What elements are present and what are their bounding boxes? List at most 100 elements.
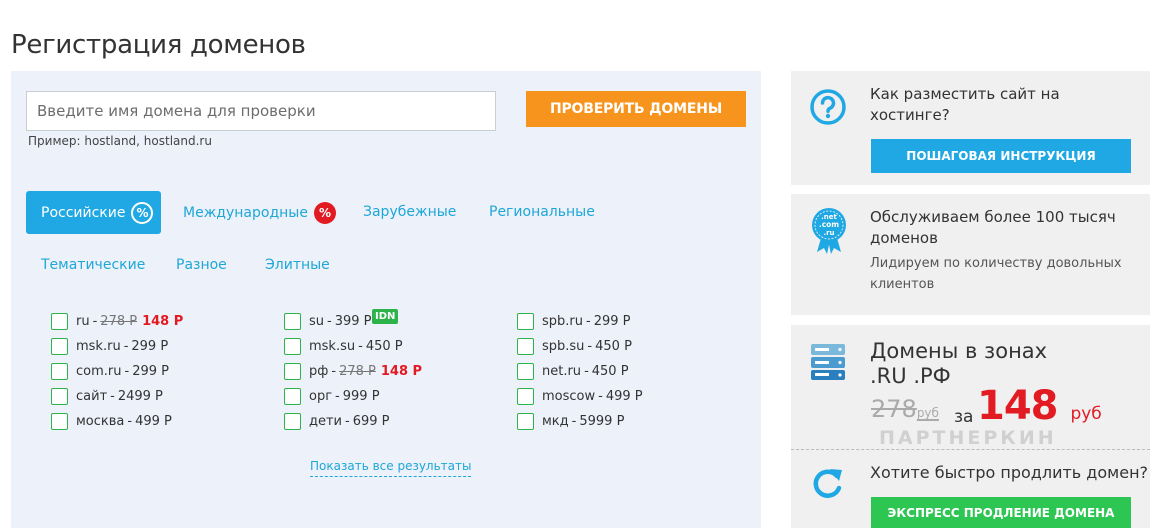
domain-checkbox[interactable] [284,388,301,405]
tab-international[interactable]: Международные % [183,202,336,224]
show-all-results-link[interactable]: Показать все результаты [310,459,472,477]
discount-percent-icon: % [131,201,154,224]
domain-option-sait[interactable]: сайт - 2499 Р [51,388,163,405]
domain-price: 499 Р [605,389,643,404]
domain-checkbox[interactable] [284,338,301,355]
domain-checkbox[interactable] [51,313,68,330]
domain-price: 450 Р [365,339,403,354]
domain-search-input[interactable] [26,91,496,131]
domain-zone: сайт [76,389,108,404]
help-card-title: Как разместить сайт на хостинге? [870,85,1060,124]
domain-checkbox[interactable] [51,363,68,380]
tab-regional[interactable]: Региональные [489,204,595,220]
domain-old-price: 278 Р [100,314,138,329]
domain-option-spb-su[interactable]: spb.su - 450 Р [517,338,632,355]
discount-percent-icon: % [313,202,336,224]
tab-russian[interactable]: Российские % [26,191,162,234]
domain-zone: moscow [542,389,596,404]
domain-option-su[interactable]: su - 399 Р [284,313,372,330]
domain-price: 299 Р [131,339,169,354]
step-by-step-guide-button[interactable]: ПОШАГОВАЯ ИНСТРУКЦИЯ [871,139,1131,173]
domain-zone: мкд [542,414,569,429]
domain-price: 2499 Р [117,389,163,404]
seal-text-ru: .ru [823,229,834,237]
domain-zone: москва [76,414,125,429]
domain-checkbox[interactable] [284,313,301,330]
domain-option-org[interactable]: орг - 999 Р [284,388,380,405]
net-com-ru-seal-icon: .net .com .ru [812,208,846,254]
partnerkin-watermark: ПАРТНЕРКИН [879,427,1057,449]
promo-old-price: 278руб [871,395,939,423]
search-example-text: Пример: hostland, hostland.ru [28,134,212,148]
domain-checkbox[interactable] [517,388,534,405]
domain-option-net-ru[interactable]: net.ru - 450 Р [517,363,629,380]
seal-text-com: .com [819,220,839,229]
domain-old-price: 278 Р [339,364,376,379]
domain-checkbox[interactable] [51,413,68,430]
domain-price: 5999 Р [579,414,625,429]
domain-search-panel: Пример: hostland, hostland.ru ПРОВЕРИТЬ … [11,71,761,528]
domain-option-ru[interactable]: ru - 278 Р 148 Р [51,313,183,330]
domain-option-com-ru[interactable]: com.ru - 299 Р [51,363,169,380]
domain-zone: spb.ru [542,314,583,329]
domain-zone: ru [76,314,90,329]
domain-zone: msk.su [309,339,356,354]
service-card-title: Обслуживаем более 100 тысяч доменов [870,208,1116,247]
domain-price: 499 Р [135,414,172,429]
domain-sale-price: 148 Р [142,314,184,329]
domain-price: 299 Р [132,364,169,379]
domain-option-spb-ru[interactable]: spb.ru - 299 Р [517,313,631,330]
domain-price: 999 Р [342,389,380,404]
domain-option-msk-su[interactable]: msk.su - 450 Р [284,338,403,355]
divider [791,449,1150,450]
domain-option-moskva[interactable]: москва - 499 Р [51,413,172,430]
domain-price: 699 Р [352,414,390,429]
domain-option-deti[interactable]: дети - 699 Р [284,413,390,430]
domain-zone: msk.ru [76,339,121,354]
service-card-subtitle: Лидируем по количеству довольных клиенто… [870,256,1122,292]
tab-russian-label: Российские [41,204,126,221]
domain-checkbox[interactable] [51,338,68,355]
domain-checkbox[interactable] [517,338,534,355]
service-card: .net .com .ru Обслуживаем более 100 тыся… [791,194,1150,315]
tab-thematic[interactable]: Тематические [41,257,145,273]
domain-zone: spb.su [542,339,585,354]
domain-zone: орг [309,389,333,404]
promo-title: Домены в зонах .RU .РФ [870,339,1048,388]
page-title: Регистрация доменов [11,30,306,60]
domain-zone: net.ru [542,364,582,379]
domain-option-moscow[interactable]: moscow - 499 Р [517,388,643,405]
tab-elite[interactable]: Элитные [265,257,330,273]
domain-sale-price: 148 Р [380,364,423,379]
tab-misc[interactable]: Разное [176,257,227,273]
renew-title: Хотите быстро продлить домен? [870,463,1149,482]
domain-price: 450 Р [591,364,629,379]
question-icon [810,89,846,125]
domain-zone: su [309,314,325,329]
help-card: Как разместить сайт на хостинге? ПОШАГОВ… [791,71,1150,185]
promo-for-label: за [954,407,974,427]
domain-option-msk-ru[interactable]: msk.ru - 299 Р [51,338,168,355]
domain-checkbox[interactable] [517,363,534,380]
domain-checkbox[interactable] [51,388,68,405]
domain-zone: com.ru [76,364,122,379]
domain-price: 399 Р [334,314,372,329]
domain-zone: дети [309,414,343,429]
express-renew-button[interactable]: ЭКСПРЕСС ПРОДЛЕНИЕ ДОМЕНА [871,497,1131,528]
domain-price: 450 Р [595,339,632,354]
domain-checkbox[interactable] [284,413,301,430]
idn-badge: IDN [372,309,399,324]
domain-checkbox[interactable] [284,363,301,380]
promo-new-price: 148 руб [977,383,1102,429]
domain-checkbox[interactable] [517,413,534,430]
tab-international-label: Международные [183,205,308,221]
check-domains-button[interactable]: ПРОВЕРИТЬ ДОМЕНЫ [526,91,746,127]
promo-card: Домены в зонах .RU .РФ 278руб за 148 руб… [791,325,1150,528]
domain-checkbox[interactable] [517,313,534,330]
refresh-icon [813,469,842,498]
tab-foreign[interactable]: Зарубежные [363,204,456,220]
domain-option-rf[interactable]: рф - 278 Р 148 Р [284,363,422,380]
domain-option-mkd[interactable]: мкд - 5999 Р [517,413,624,430]
domain-zone: рф [309,364,329,379]
domain-price: 299 Р [593,314,631,329]
